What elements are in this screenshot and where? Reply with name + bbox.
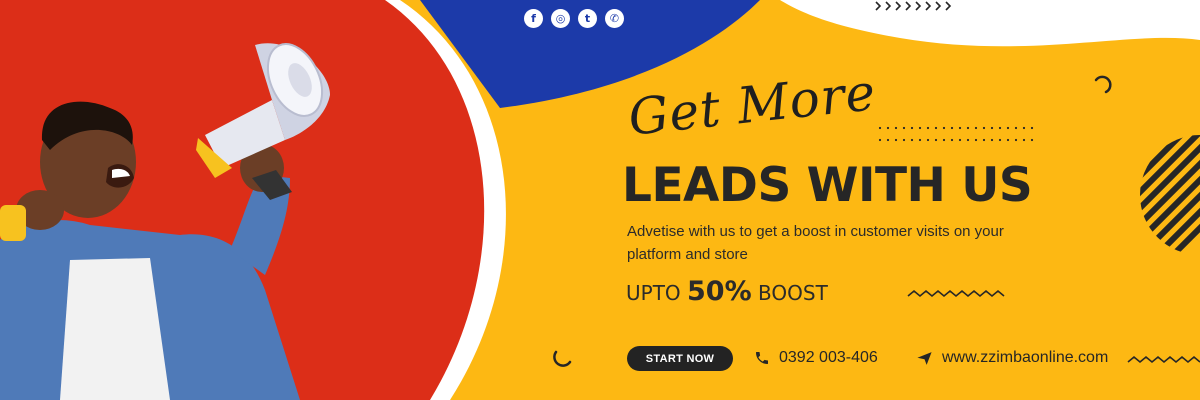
instagram-icon[interactable]: ◎ bbox=[551, 9, 570, 28]
twitter-icon[interactable]: t bbox=[578, 9, 597, 28]
phone-number: 0392 003-406 bbox=[779, 349, 878, 366]
boost-prefix: UPTO bbox=[626, 281, 688, 305]
website-url: www.zzimbaonline.com bbox=[942, 349, 1109, 366]
description: Advetise with us to get a boost in custo… bbox=[627, 223, 1004, 263]
boost-suffix: BOOST bbox=[751, 281, 828, 305]
phone-contact[interactable]: 0392 003-406 bbox=[754, 349, 878, 367]
whatsapp-icon[interactable]: ✆ bbox=[605, 9, 624, 28]
boost-percent: 50% bbox=[687, 276, 752, 307]
send-icon bbox=[917, 351, 932, 365]
website-contact[interactable]: www.zzimbaonline.com bbox=[916, 349, 1108, 367]
facebook-icon[interactable]: f bbox=[524, 9, 543, 28]
promo-banner: f ◎ t ✆ Get More LEADS WITH US Advetise … bbox=[0, 0, 1200, 400]
start-now-button[interactable]: START NOW bbox=[627, 346, 733, 371]
social-icons: f ◎ t ✆ bbox=[524, 9, 624, 28]
boost-text: UPTO 50% BOOST bbox=[626, 276, 828, 307]
headline: LEADS WITH US bbox=[622, 158, 1033, 213]
phone-icon bbox=[756, 352, 768, 364]
